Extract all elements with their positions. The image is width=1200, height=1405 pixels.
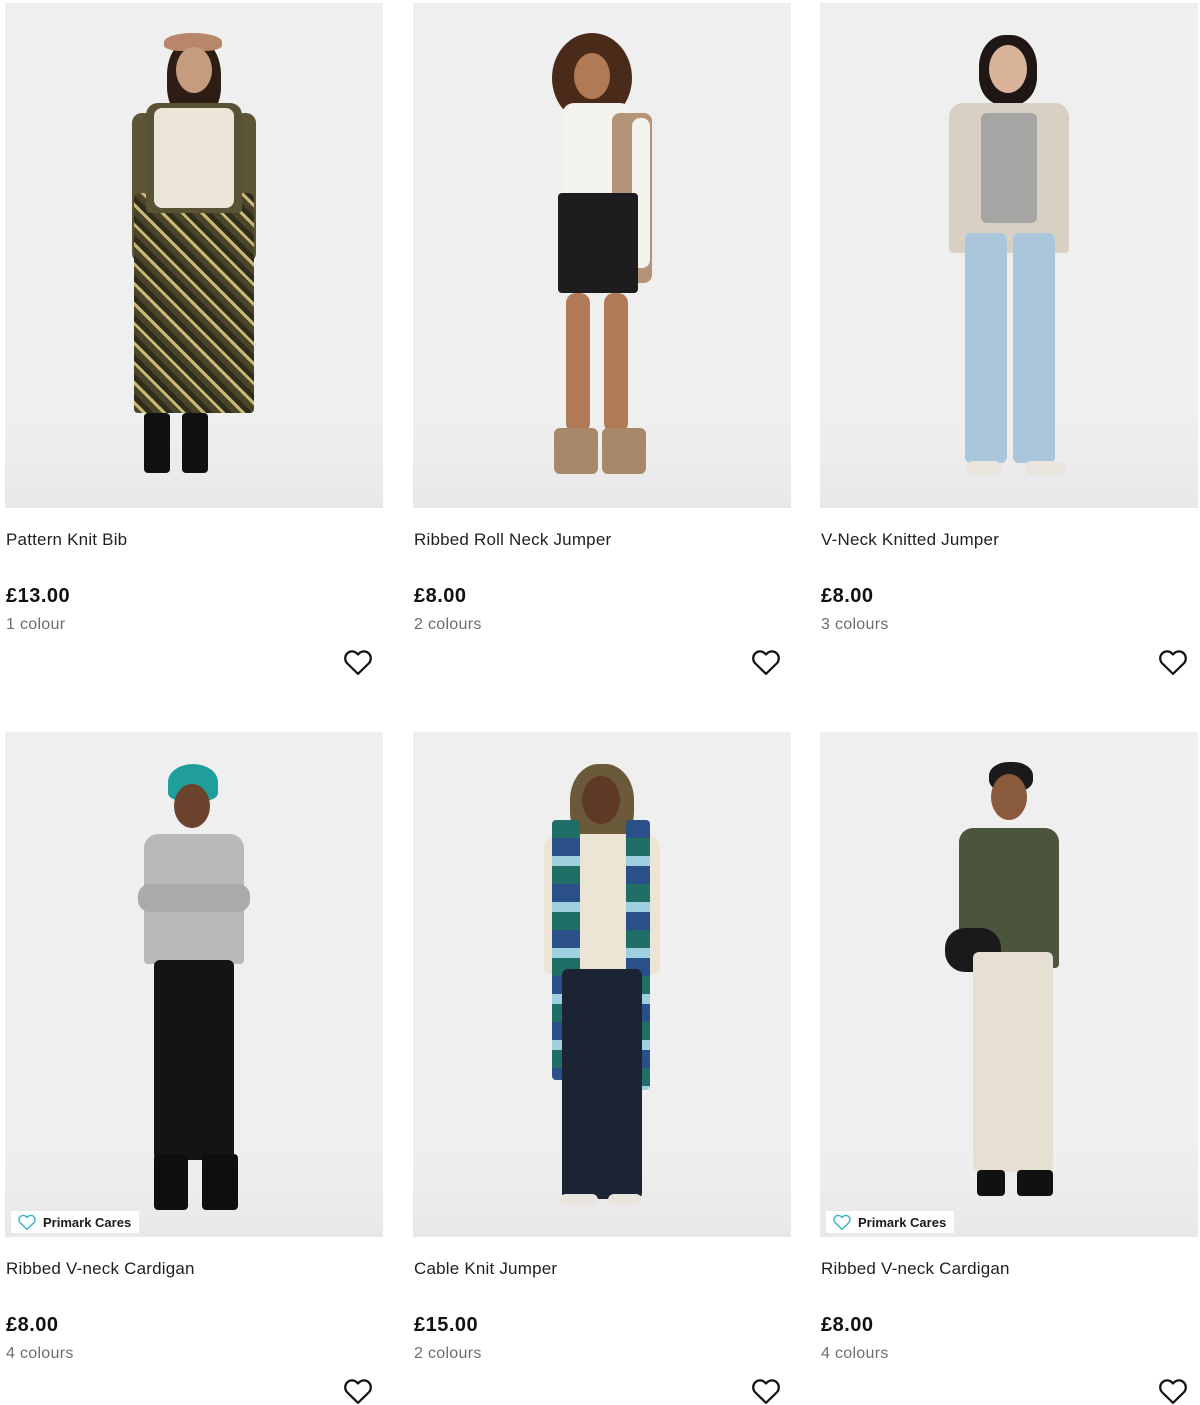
- product-name[interactable]: V-Neck Knitted Jumper: [821, 530, 999, 550]
- product-price: £8.00: [821, 585, 874, 607]
- heart-outline-icon: [1159, 1379, 1187, 1404]
- product-colours: 2 colours: [414, 616, 482, 633]
- primark-cares-badge: Primark Cares: [11, 1211, 140, 1233]
- badge-label: Primark Cares: [858, 1214, 947, 1230]
- model-figure: [522, 764, 682, 1214]
- wishlist-button[interactable]: [748, 1374, 784, 1405]
- product-image[interactable]: Primark Cares: [820, 732, 1198, 1237]
- product-name[interactable]: Ribbed V-neck Cardigan: [6, 1259, 195, 1279]
- product-image[interactable]: [413, 3, 791, 508]
- product-card[interactable]: Pattern Knit Bib £13.00 1 colour: [5, 3, 383, 713]
- product-card[interactable]: Primark Cares Ribbed V-neck Cardigan £8.…: [820, 732, 1198, 1405]
- product-grid: Pattern Knit Bib £13.00 1 colour Ribbed: [0, 0, 1200, 1405]
- product-name[interactable]: Ribbed V-neck Cardigan: [821, 1259, 1010, 1279]
- model-figure: [929, 762, 1089, 1212]
- model-figure: [522, 33, 682, 483]
- product-name[interactable]: Ribbed Roll Neck Jumper: [414, 530, 611, 550]
- heart-outline-icon: [1159, 650, 1187, 675]
- heart-badge-icon: [833, 1214, 851, 1231]
- product-card[interactable]: Ribbed Roll Neck Jumper £8.00 2 colours: [413, 3, 791, 713]
- product-card[interactable]: Primark Cares Ribbed V-neck Cardigan £8.…: [5, 732, 383, 1405]
- heart-outline-icon: [752, 1379, 780, 1404]
- wishlist-button[interactable]: [1155, 1374, 1191, 1405]
- heart-outline-icon: [344, 1379, 372, 1404]
- heart-badge-icon: [18, 1214, 36, 1231]
- product-price: £8.00: [6, 1314, 59, 1336]
- heart-outline-icon: [752, 650, 780, 675]
- product-price: £13.00: [6, 585, 71, 607]
- model-figure: [929, 33, 1089, 483]
- product-price: £8.00: [414, 585, 467, 607]
- model-figure: [124, 33, 264, 483]
- product-card[interactable]: V-Neck Knitted Jumper £8.00 3 colours: [820, 3, 1198, 713]
- model-figure: [114, 764, 274, 1214]
- product-image[interactable]: Primark Cares: [5, 732, 383, 1237]
- product-colours: 2 colours: [414, 1345, 482, 1362]
- wishlist-button[interactable]: [748, 645, 784, 679]
- product-colours: 4 colours: [821, 1345, 889, 1362]
- product-colours: 1 colour: [6, 616, 66, 633]
- product-colours: 4 colours: [6, 1345, 74, 1362]
- product-image[interactable]: [5, 3, 383, 508]
- product-card[interactable]: Cable Knit Jumper £15.00 2 colours: [413, 732, 791, 1405]
- product-name[interactable]: Cable Knit Jumper: [414, 1259, 557, 1279]
- primark-cares-badge: Primark Cares: [826, 1211, 955, 1233]
- product-price: £8.00: [821, 1314, 874, 1336]
- product-colours: 3 colours: [821, 616, 889, 633]
- badge-label: Primark Cares: [43, 1214, 132, 1230]
- product-image[interactable]: [413, 732, 791, 1237]
- wishlist-button[interactable]: [340, 645, 376, 679]
- product-name[interactable]: Pattern Knit Bib: [6, 530, 127, 550]
- heart-outline-icon: [344, 650, 372, 675]
- wishlist-button[interactable]: [1155, 645, 1191, 679]
- wishlist-button[interactable]: [340, 1374, 376, 1405]
- product-image[interactable]: [820, 3, 1198, 508]
- product-price: £15.00: [414, 1314, 479, 1336]
